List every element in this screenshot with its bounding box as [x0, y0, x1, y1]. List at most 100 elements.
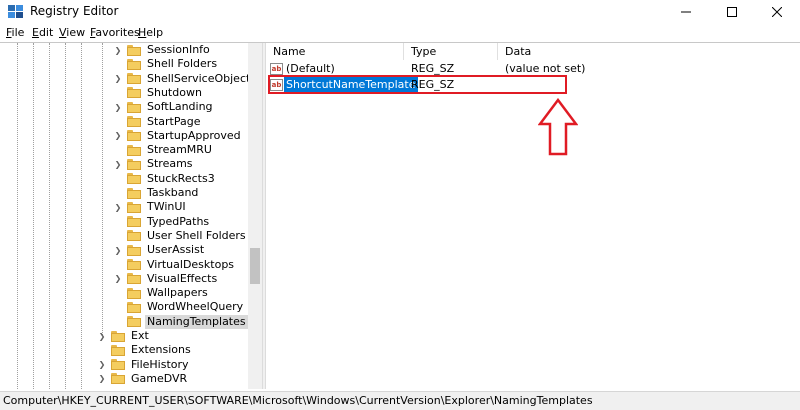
- tree-item-label: Wallpapers: [147, 286, 208, 300]
- tree-item[interactable]: VirtualDesktops: [113, 258, 236, 272]
- tree-item[interactable]: Shutdown: [113, 86, 204, 100]
- folder-icon: [127, 44, 141, 56]
- folder-icon: [111, 359, 125, 371]
- tree-scrollbar[interactable]: [248, 43, 262, 389]
- tree-item-label: VisualEffects: [147, 271, 218, 285]
- tree-item-label: StartupApproved: [147, 128, 241, 142]
- tree-item[interactable]: ❯ ShellServiceObjects: [113, 72, 258, 86]
- menu-help[interactable]: Help: [138, 26, 163, 39]
- minimize-icon: [681, 11, 691, 13]
- tree-item-label: Shell Folders: [147, 57, 218, 71]
- tree-item[interactable]: ❯ UserAssist: [113, 243, 206, 257]
- tree-item-label: NamingTemplates: [145, 314, 248, 329]
- folder-icon: [127, 130, 141, 142]
- tree-item[interactable]: ❯ VisualEffects: [113, 272, 219, 286]
- values-list[interactable]: Name Type Data ab (Default) REG_SZ (valu…: [266, 43, 800, 389]
- tree-item[interactable]: Taskband: [113, 186, 200, 200]
- tree-item-label: Taskband: [147, 186, 199, 199]
- menu-view[interactable]: View: [59, 26, 85, 39]
- folder-icon: [127, 316, 141, 328]
- expand-arrow-icon[interactable]: ❯: [113, 72, 123, 86]
- tree-item[interactable]: ❯ StartupApproved: [113, 129, 243, 143]
- folder-icon: [127, 201, 141, 213]
- folder-icon: [127, 287, 141, 299]
- tree-item[interactable]: ❯ GameDVR: [97, 372, 189, 386]
- folder-icon: [111, 373, 125, 385]
- tree-guide-line: [65, 43, 66, 389]
- minimize-button[interactable]: [663, 0, 709, 24]
- tree-item-label: GameDVR: [131, 371, 188, 385]
- tree-guide-line: [49, 43, 50, 389]
- folder-icon: [127, 73, 141, 85]
- tree-item-label: ShellServiceObjects: [147, 71, 257, 85]
- folder-icon: [127, 273, 141, 285]
- tree-item-label: User Shell Folders: [147, 228, 246, 242]
- tree-item[interactable]: User Shell Folders: [113, 229, 248, 243]
- expand-arrow-icon[interactable]: ❯: [113, 100, 123, 114]
- tree-item[interactable]: ❯ Streams: [113, 157, 195, 171]
- string-value-icon: ab: [270, 63, 283, 75]
- folder-icon: [127, 244, 141, 256]
- annotation-highlight-box: [268, 75, 567, 94]
- tree-item[interactable]: ❯ SoftLanding: [113, 100, 215, 114]
- tree-item[interactable]: ❯ TWinUI: [113, 200, 188, 214]
- tree-item-label: Ext: [131, 329, 149, 342]
- folder-icon: [127, 158, 141, 170]
- menu-edit[interactable]: Edit: [32, 26, 53, 39]
- expand-arrow-icon[interactable]: ❯: [113, 157, 123, 171]
- registry-tree[interactable]: ❯ SessionInfo Shell Folders ❯ ShellServiceOb…: [0, 43, 262, 389]
- column-header-name[interactable]: Name: [266, 43, 404, 60]
- maximize-icon: [727, 7, 737, 17]
- tree-guide-line: [102, 43, 103, 335]
- tree-item[interactable]: Wallpapers: [113, 286, 210, 300]
- tree-item-label: TypedPaths: [147, 214, 210, 228]
- tree-item[interactable]: ❯ Ext: [97, 329, 151, 343]
- menu-file[interactable]: File: [6, 26, 24, 39]
- menu-favorites[interactable]: Favorites: [90, 26, 140, 39]
- status-bar: Computer\HKEY_CURRENT_USER\SOFTWARE\Micr…: [0, 391, 800, 410]
- tree-item-label: StreamMRU: [147, 143, 212, 157]
- expand-arrow-icon[interactable]: ❯: [97, 329, 107, 343]
- expand-arrow-icon[interactable]: ❯: [113, 129, 123, 143]
- maximize-button[interactable]: [709, 0, 755, 24]
- tree-item[interactable]: TypedPaths: [113, 215, 211, 229]
- expand-arrow-icon[interactable]: ❯: [113, 272, 123, 286]
- tree-item[interactable]: WordWheelQuery: [113, 300, 245, 314]
- tree-item[interactable]: StuckRects3: [113, 172, 217, 186]
- folder-icon: [111, 330, 125, 342]
- close-icon: [772, 7, 782, 17]
- tree-item[interactable]: Extensions: [97, 343, 193, 357]
- folder-icon: [127, 87, 141, 99]
- folder-icon: [127, 144, 141, 156]
- tree-item[interactable]: StartPage: [113, 115, 203, 129]
- expand-arrow-icon[interactable]: ❯: [113, 243, 123, 257]
- tree-item-label: WordWheelQuery: [147, 300, 244, 314]
- column-header-data[interactable]: Data: [498, 43, 800, 60]
- column-header-type[interactable]: Type: [404, 43, 498, 60]
- expand-arrow-icon[interactable]: ❯: [97, 358, 107, 372]
- tree-item-label: UserAssist: [147, 243, 205, 257]
- tree-item-label: StartPage: [147, 114, 201, 128]
- expand-arrow-icon[interactable]: ❯: [113, 200, 123, 214]
- tree-guide-line: [81, 43, 82, 389]
- registry-path: Computer\HKEY_CURRENT_USER\SOFTWARE\Micr…: [3, 394, 593, 407]
- tree-scrollbar-thumb[interactable]: [250, 248, 260, 284]
- close-button[interactable]: [754, 0, 800, 24]
- expand-arrow-icon[interactable]: ❯: [97, 372, 107, 386]
- tree-item-label: SessionInfo: [147, 43, 210, 56]
- tree-item[interactable]: Shell Folders: [113, 57, 219, 71]
- folder-icon: [127, 216, 141, 228]
- title-bar[interactable]: Registry Editor: [0, 0, 800, 24]
- tree-item[interactable]: ❯ SessionInfo: [113, 43, 212, 57]
- tree-item[interactable]: StreamMRU: [113, 143, 214, 157]
- tree-item[interactable]: ❯ FileHistory: [97, 358, 191, 372]
- tree-item[interactable]: NamingTemplates: [113, 314, 248, 329]
- expand-arrow-icon[interactable]: ❯: [113, 43, 123, 57]
- folder-icon: [127, 116, 141, 127]
- folder-icon: [127, 173, 141, 185]
- folder-icon: [127, 58, 141, 70]
